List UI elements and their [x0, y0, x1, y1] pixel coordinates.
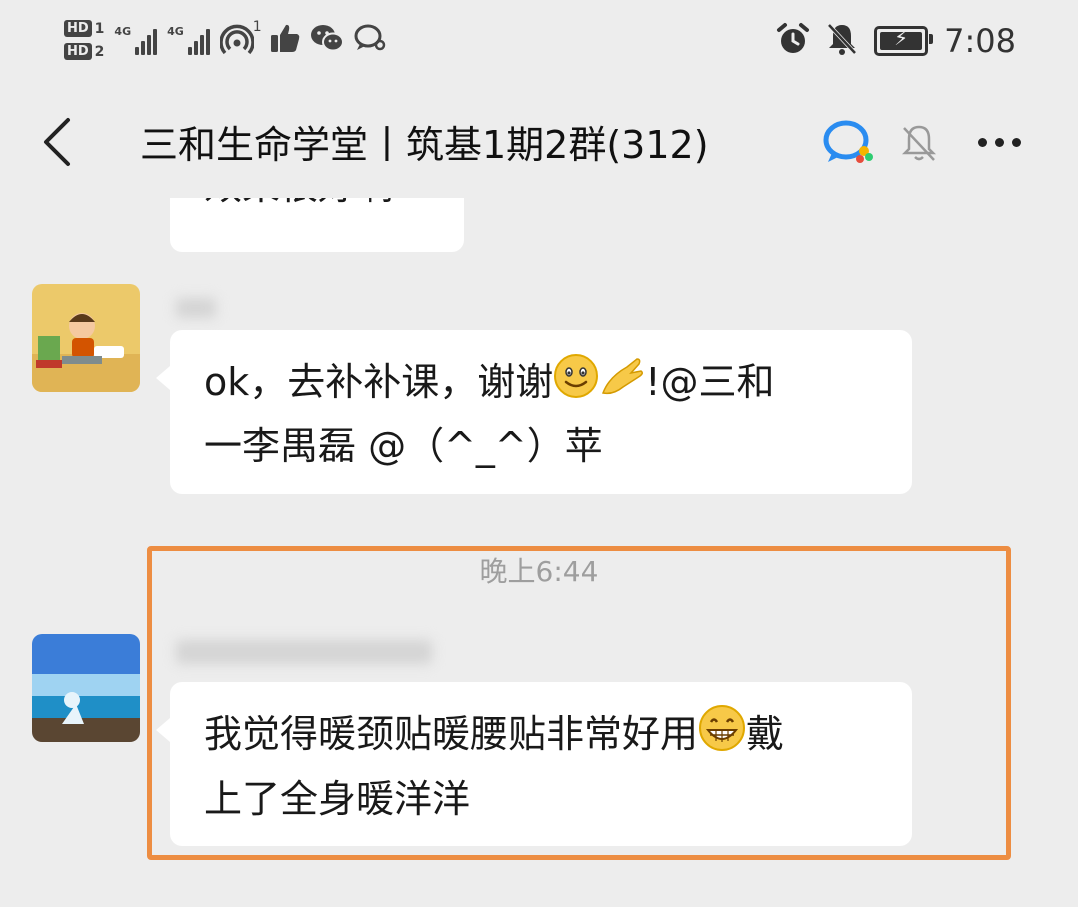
- more-icon-dot: [995, 138, 1004, 147]
- grin-emoji: [698, 704, 746, 769]
- mute-icon: [826, 22, 858, 60]
- message-text: 我觉得暖颈贴暖腰贴非常好用: [204, 712, 699, 756]
- hd-icon: HD: [64, 20, 92, 37]
- network-type-2: 4G: [167, 25, 184, 38]
- wechat-icon: [310, 23, 344, 57]
- message-text: !@三和: [645, 360, 775, 404]
- chat-header: 三和生命学堂丨筑基1期2群(312): [0, 86, 1078, 198]
- message-bubble[interactable]: 我觉得暖颈贴暖腰贴非常好用 戴 上了全身暖洋洋: [156, 682, 912, 846]
- ok-hand-emoji: [599, 353, 645, 416]
- message-text: ok，去补补课，谢谢: [204, 360, 554, 404]
- sim1-number: 1: [94, 20, 105, 37]
- group-chat-icon[interactable]: [822, 118, 878, 166]
- avatar[interactable]: [32, 634, 140, 742]
- sender-name: [176, 640, 432, 664]
- network-type-1: 4G: [114, 25, 132, 38]
- sim2-number: 2: [94, 43, 105, 60]
- signal-icon: 4G: [114, 25, 158, 55]
- message-line: ok，去补补课，谢谢 !@三和: [204, 352, 878, 416]
- sim-indicators: HD 1 HD 2: [64, 20, 104, 60]
- thumbs-up-icon: [270, 22, 300, 58]
- hotspot-count: 1: [252, 19, 262, 35]
- timestamp: 晚上6:44: [479, 555, 599, 588]
- more-button[interactable]: [978, 138, 1021, 147]
- back-icon: [44, 118, 70, 166]
- message-line: 一李禺磊 @（^_^）苹: [204, 424, 603, 468]
- battery-icon: ⚡: [874, 26, 934, 56]
- more-icon-dot: [1012, 138, 1021, 147]
- sender-name: [176, 298, 216, 318]
- back-button[interactable]: [38, 116, 86, 168]
- hotspot-icon: 1: [219, 19, 262, 57]
- chat-title: 三和生命学堂丨筑基1期2群(312): [140, 123, 709, 167]
- sim2-indicator: HD 2: [64, 43, 104, 60]
- message-text: 戴: [746, 712, 785, 756]
- mute-bell-icon[interactable]: [898, 122, 940, 164]
- status-bar-right: ⚡ 7:08: [776, 18, 1016, 64]
- more-icon: [978, 138, 987, 147]
- message-text: 效果很好啊: [204, 198, 430, 216]
- status-bar: HD 1 HD 2 4G 4G 1 ⚡ 7:08: [0, 0, 1078, 86]
- message-bubble[interactable]: ok，去补补课，谢谢 !@三和 一李禺磊 @（^_^）苹: [156, 330, 912, 494]
- alarm-icon: [776, 22, 810, 60]
- avatar[interactable]: [32, 284, 140, 392]
- smile-emoji: [553, 353, 599, 416]
- signal-icon: 4G: [167, 25, 210, 55]
- message-line: 上了全身暖洋洋: [204, 777, 471, 821]
- message-line: 我觉得暖颈贴暖腰贴非常好用 戴: [204, 704, 878, 769]
- chat-icon: [354, 23, 386, 57]
- status-time: 7:08: [944, 22, 1016, 60]
- message-list[interactable]: 效果很好啊 ok，去补补课，谢谢 !@三和 一李禺磊 @（^_^）苹 晚上6:44: [0, 198, 1078, 907]
- sim1-indicator: HD 1: [64, 20, 104, 37]
- status-bar-left: HD 1 HD 2 4G 4G 1: [64, 10, 386, 70]
- hd-icon: HD: [64, 43, 92, 60]
- message-bubble[interactable]: 效果很好啊: [170, 198, 464, 252]
